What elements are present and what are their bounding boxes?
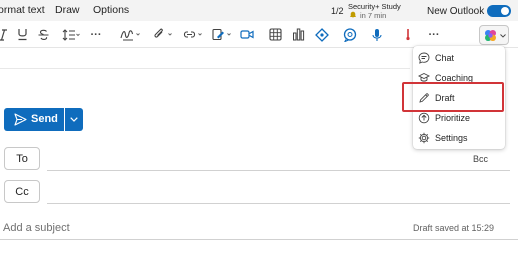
- table-button[interactable]: [267, 25, 283, 44]
- send-options-button[interactable]: [65, 108, 83, 131]
- line-spacing-button[interactable]: [60, 25, 82, 44]
- signature-button[interactable]: [211, 25, 235, 44]
- tag-button[interactable]: [314, 25, 330, 44]
- tag-icon: [315, 27, 329, 42]
- to-button[interactable]: To: [4, 147, 40, 170]
- table-icon: [268, 28, 282, 41]
- menu-item-label: Prioritize: [435, 113, 471, 123]
- signature-icon: [212, 28, 231, 41]
- chat-bubble-icon: [343, 27, 357, 42]
- strikethrough-button[interactable]: [36, 25, 50, 44]
- menu-item-chat[interactable]: Chat: [413, 49, 505, 69]
- pin-button[interactable]: [401, 25, 415, 44]
- toggle-knob: [501, 7, 509, 15]
- chat-button[interactable]: [342, 25, 358, 44]
- menu-item-label: Settings: [435, 133, 468, 143]
- subject-underline: [0, 239, 518, 240]
- divider: [0, 68, 410, 69]
- reminder-pager[interactable]: 1/2: [331, 6, 344, 16]
- italic-icon: [0, 28, 7, 41]
- copilot-icon: [485, 30, 496, 41]
- tab-draw[interactable]: Draw: [55, 4, 80, 16]
- video-button[interactable]: [239, 25, 255, 44]
- chart-icon: [292, 28, 304, 41]
- more-icon: ···: [428, 28, 440, 41]
- pin-icon: [406, 28, 410, 40]
- more-options-button[interactable]: ···: [426, 25, 442, 44]
- chat-icon: [418, 52, 430, 64]
- menu-item-settings[interactable]: Settings: [413, 129, 505, 149]
- meeting-reminder[interactable]: Security+ Study in 7 min: [348, 2, 408, 20]
- subject-input[interactable]: Add a subject: [3, 222, 70, 234]
- tab-format-text[interactable]: ormat text: [0, 4, 45, 16]
- chart-button[interactable]: [290, 25, 306, 44]
- more-icon: ···: [90, 28, 102, 41]
- send-button[interactable]: Send: [4, 108, 64, 131]
- new-outlook-toggle[interactable]: [487, 5, 511, 17]
- reminder-title: Security+ Study: [348, 2, 401, 11]
- italic-button[interactable]: [0, 25, 9, 44]
- highlight-box: [402, 82, 504, 112]
- copilot-button[interactable]: [479, 25, 509, 45]
- cc-button[interactable]: Cc: [4, 180, 40, 203]
- new-outlook-label: New Outlook: [427, 6, 485, 17]
- draft-saved-status: Draft saved at 15:29: [413, 223, 495, 233]
- reminder-time: in 7 min: [360, 11, 387, 20]
- link-icon: [183, 31, 202, 38]
- gear-icon: [418, 132, 430, 144]
- bcc-button[interactable]: Bcc: [473, 154, 488, 164]
- attach-button[interactable]: [152, 25, 176, 44]
- to-field[interactable]: [47, 170, 510, 171]
- chevron-down-icon: [500, 34, 506, 38]
- underline-icon: [17, 29, 27, 41]
- video-icon: [240, 30, 254, 39]
- link-button[interactable]: [182, 25, 206, 44]
- dictate-button[interactable]: [370, 25, 384, 44]
- highlighter-icon: [120, 30, 140, 41]
- formatting-ribbon: ··· ···: [0, 21, 518, 48]
- microphone-icon: [372, 28, 382, 41]
- menu-item-prioritize[interactable]: Prioritize: [413, 109, 505, 129]
- attach-icon: [154, 28, 172, 38]
- ribbon-tab-bar: ormat text Draw Options 1/2 Security+ St…: [0, 0, 518, 21]
- underline-button[interactable]: [15, 25, 29, 44]
- strikethrough-icon: [38, 29, 48, 40]
- line-spacing-icon: [62, 28, 80, 41]
- more-formatting-button[interactable]: ···: [88, 25, 104, 44]
- tab-options[interactable]: Options: [93, 4, 129, 16]
- menu-item-label: Chat: [435, 53, 455, 63]
- send-icon: [14, 113, 27, 126]
- cc-field[interactable]: [47, 203, 510, 204]
- chevron-down-icon: [70, 117, 78, 122]
- highlighter-button[interactable]: [118, 25, 144, 44]
- send-label: Send: [31, 113, 58, 125]
- prioritize-icon: [418, 112, 430, 124]
